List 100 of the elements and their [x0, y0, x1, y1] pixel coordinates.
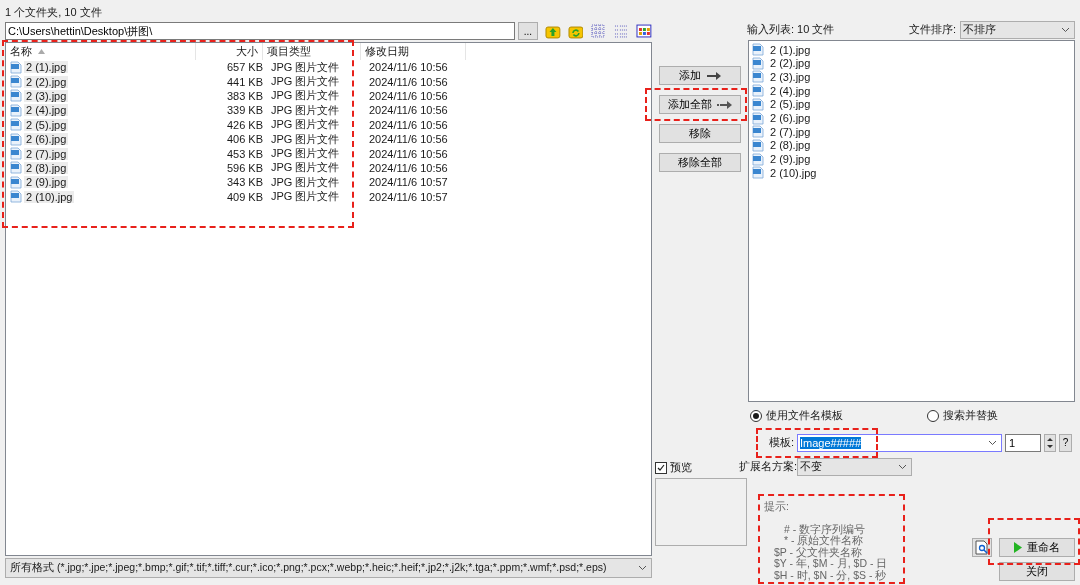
- image-file-icon: [752, 138, 764, 152]
- dropdown-caret-icon: [1061, 26, 1070, 33]
- column-header[interactable]: 修改日期: [361, 43, 466, 60]
- transfer-button[interactable]: 移除: [659, 124, 741, 143]
- table-cell-text: 2024/11/6 10:56: [368, 89, 449, 102]
- dropdown-caret-icon: [638, 565, 647, 571]
- list-view-icon[interactable]: [590, 23, 607, 39]
- file-name[interactable]: 2 (6).jpg: [24, 133, 69, 146]
- file-name[interactable]: 2 (7).jpg: [24, 147, 69, 160]
- play-icon: [1014, 542, 1022, 553]
- hint-line: * - 原始文件名称: [783, 535, 864, 546]
- dropdown-caret-icon: [898, 463, 907, 470]
- table-cell-text: JPG 图片文件: [270, 102, 341, 118]
- image-file-icon: [10, 60, 22, 74]
- image-file-icon: [10, 161, 22, 175]
- hint-line: # - 数字序列编号: [783, 523, 867, 535]
- table-cell-text: 2024/11/6 10:56: [368, 118, 449, 131]
- table-cell-text: 2024/11/6 10:56: [368, 133, 449, 146]
- table-cell-text: 2024/11/6 10:56: [368, 161, 449, 174]
- hint-line: $Y - 年, $M - 月, $D - 日: [773, 558, 888, 569]
- magnifier-page-icon: [975, 540, 989, 555]
- list-item[interactable]: 2 (4).jpg: [770, 84, 811, 97]
- spinner-arrows-icon[interactable]: [1044, 433, 1056, 452]
- list-item[interactable]: 2 (10).jpg: [770, 166, 817, 179]
- file-name[interactable]: 2 (5).jpg: [24, 118, 69, 131]
- table-cell-text: JPG 图片文件: [270, 146, 341, 162]
- table-cell-text: 453 KB: [225, 147, 264, 160]
- rename-button[interactable]: 重命名: [999, 538, 1075, 557]
- path-field[interactable]: C:\Users\hettin\Desktop\拼图\: [5, 22, 515, 40]
- column-header[interactable]: 名称: [6, 43, 196, 60]
- table-cell-text: JPG 图片文件: [270, 117, 341, 133]
- folder-status: 1 个文件夹, 10 文件: [5, 5, 103, 20]
- help-button[interactable]: ?: [1059, 433, 1072, 452]
- table-cell-text: 2024/11/6 10:57: [368, 176, 449, 189]
- mode-radio[interactable]: 搜索并替换: [927, 408, 1015, 424]
- extension-dropdown[interactable]: 不变: [797, 457, 912, 476]
- list-item[interactable]: 2 (3).jpg: [770, 71, 811, 83]
- browse-button[interactable]: ...: [517, 22, 538, 40]
- table-cell-text: 339 KB: [225, 104, 264, 117]
- image-file-icon: [752, 43, 764, 57]
- template-combo[interactable]: Image#####: [797, 433, 1002, 452]
- start-number-field[interactable]: 1: [1005, 433, 1041, 452]
- image-file-icon: [10, 89, 22, 103]
- table-cell-text: 383 KB: [225, 89, 264, 102]
- image-file-icon: [752, 152, 764, 166]
- hint-line: $H - 时, $N - 分, $S - 秒: [773, 569, 888, 581]
- file-name[interactable]: 2 (4).jpg: [24, 104, 69, 117]
- preview-checkbox[interactable]: 预览: [655, 460, 740, 475]
- table-cell-text: JPG 图片文件: [270, 160, 341, 176]
- transfer-button[interactable]: 添加全部: [659, 95, 741, 114]
- image-file-icon: [752, 111, 764, 125]
- transfer-button[interactable]: 添加: [659, 66, 741, 85]
- list-item[interactable]: 2 (2).jpg: [770, 57, 811, 70]
- folder-up-icon[interactable]: [544, 23, 561, 39]
- sort-dropdown[interactable]: 不排序: [960, 20, 1075, 39]
- input-list-title: 输入列表: 10 文件: [747, 21, 835, 37]
- thumbnail-view-icon[interactable]: [636, 23, 652, 39]
- format-filter-dropdown[interactable]: 所有格式 (*.jpg;*.jpe;*.jpeg;*.bmp;*.gif;*.tif;*.tiff;*.cur;*.ico;*.png;*.pcx;*.webp;*.heic;*.heif;*.jp2;*.j2k;*.tga;*.ppm;*.wmf;*.psd;*.eps): [5, 558, 652, 578]
- file-name[interactable]: 2 (2).jpg: [24, 75, 69, 88]
- template-label: 模板:: [767, 435, 794, 450]
- transfer-button[interactable]: 移除全部: [659, 153, 741, 172]
- table-cell-text: 596 KB: [225, 161, 264, 174]
- column-header[interactable]: 项目类型: [263, 43, 361, 60]
- list-item[interactable]: 2 (7).jpg: [770, 125, 811, 138]
- image-file-icon: [752, 70, 764, 84]
- file-name[interactable]: 2 (8).jpg: [24, 161, 69, 174]
- list-item[interactable]: 2 (5).jpg: [770, 98, 811, 111]
- table-cell-text: 2024/11/6 10:56: [368, 147, 449, 160]
- image-file-icon: [752, 56, 764, 70]
- preview-search-button[interactable]: [972, 538, 992, 557]
- table-cell-text: JPG 图片文件: [270, 59, 341, 75]
- sort-label: 文件排序:: [908, 22, 956, 38]
- table-cell-text: 409 KB: [225, 190, 264, 203]
- file-name[interactable]: 2 (9).jpg: [24, 176, 69, 189]
- list-item[interactable]: 2 (6).jpg: [770, 112, 811, 125]
- mode-radio[interactable]: 使用文件名模板: [750, 408, 846, 424]
- close-button[interactable]: 关闭: [999, 562, 1075, 581]
- list-item[interactable]: 2 (9).jpg: [770, 153, 811, 166]
- table-cell-text: 2024/11/6 10:57: [368, 190, 449, 203]
- table-cell-text: JPG 图片文件: [270, 74, 341, 90]
- arrow-right-icon: [716, 100, 733, 109]
- image-file-icon: [10, 132, 22, 146]
- table-cell-text: 426 KB: [225, 118, 264, 131]
- table-cell-text: JPG 图片文件: [270, 174, 341, 190]
- list-item[interactable]: 2 (8).jpg: [770, 139, 811, 152]
- file-name[interactable]: 2 (1).jpg: [24, 61, 69, 74]
- file-name[interactable]: 2 (10).jpg: [24, 190, 75, 203]
- column-header[interactable]: 大小: [196, 43, 263, 60]
- arrow-right-icon: [705, 71, 722, 80]
- file-name[interactable]: 2 (3).jpg: [24, 89, 69, 102]
- dropdown-caret-icon: [988, 439, 997, 446]
- list-item[interactable]: 2 (1).jpg: [770, 43, 811, 56]
- table-cell-text: 343 KB: [225, 176, 264, 189]
- extension-label: 扩展名方案:: [739, 459, 794, 474]
- table-cell-text: 441 KB: [225, 75, 264, 88]
- image-file-icon: [10, 75, 22, 89]
- folder-refresh-icon[interactable]: [567, 23, 584, 39]
- table-cell-text: 657 KB: [225, 61, 264, 74]
- hints-title: 提示:: [764, 499, 790, 514]
- checkbox-icon[interactable]: [655, 461, 667, 474]
